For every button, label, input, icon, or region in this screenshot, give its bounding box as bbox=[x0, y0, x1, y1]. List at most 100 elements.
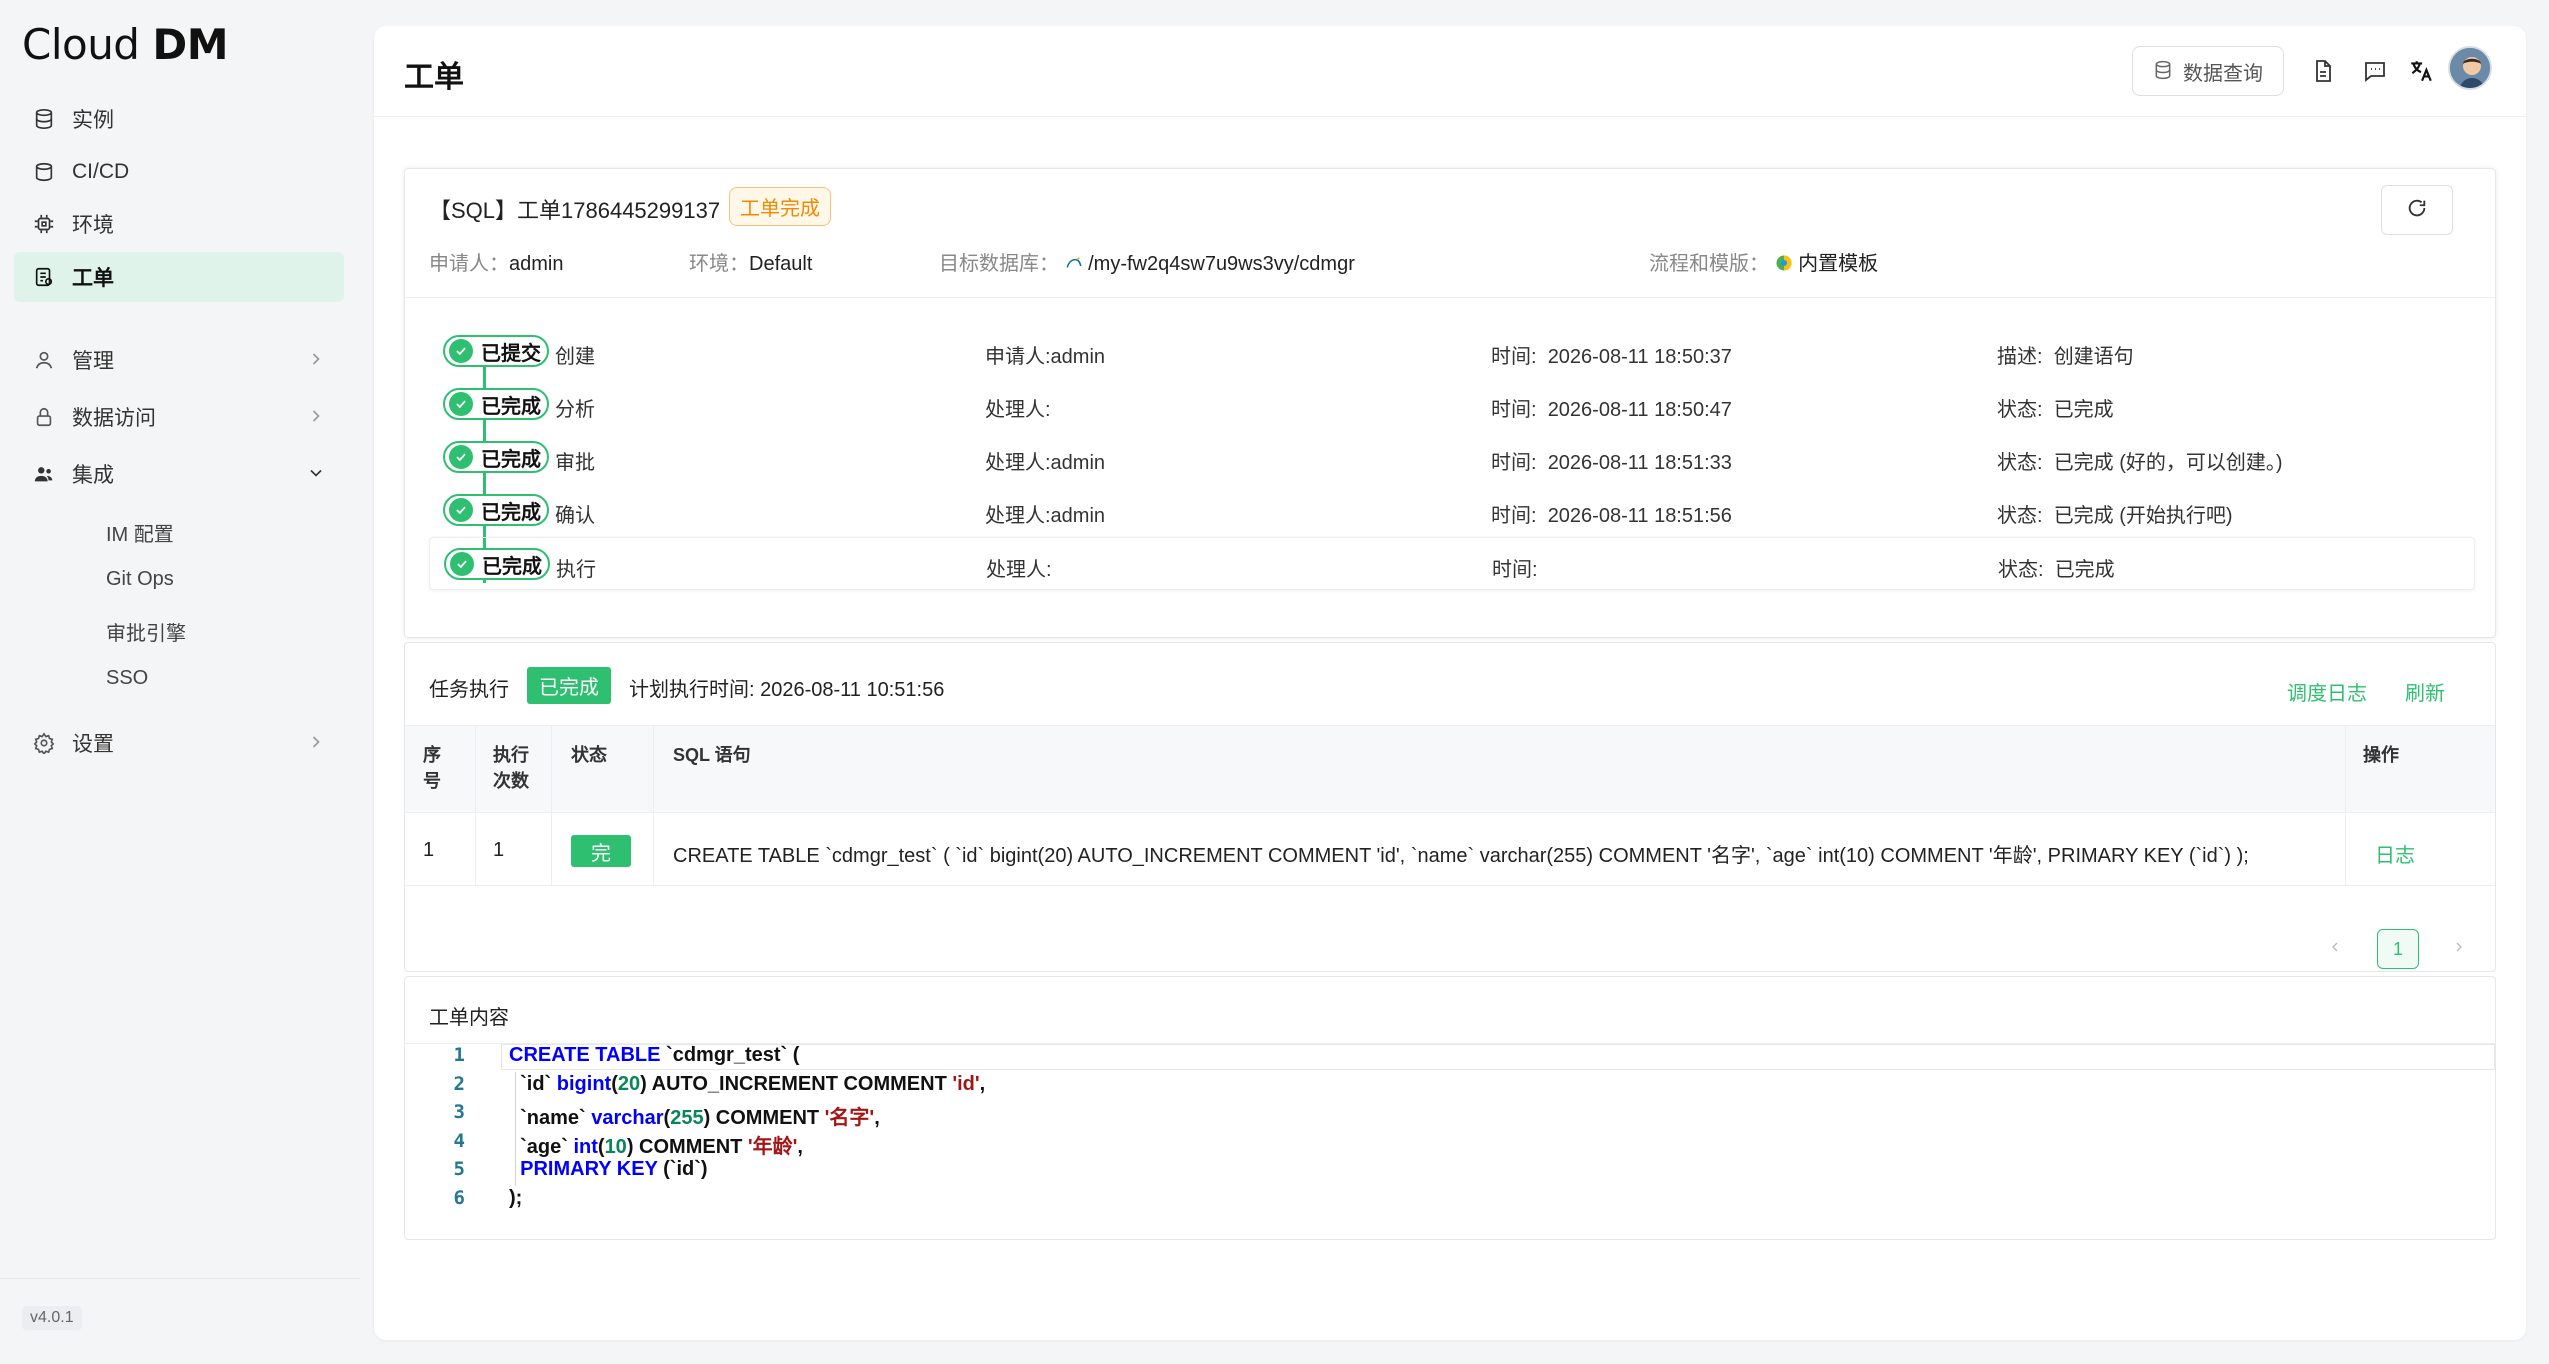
col-header-ops: 操作 bbox=[2363, 745, 2399, 765]
data-query-button[interactable]: 数据查询 bbox=[2132, 46, 2284, 96]
sidebar-item-instances[interactable]: 实例 bbox=[14, 94, 344, 144]
cell-status-tag: 完 bbox=[571, 835, 631, 867]
chevron-right-icon bbox=[2456, 942, 2462, 952]
timeline-step: 已提交 创建 申请人:admin 时间: 2026-08-11 18:50:37… bbox=[429, 325, 2475, 378]
code-line: CREATE TABLE `cdmgr_test` ( bbox=[509, 1044, 800, 1066]
gear-icon bbox=[32, 731, 56, 755]
line-number: 4 bbox=[453, 1130, 465, 1152]
task-title: 任务执行 bbox=[429, 679, 509, 701]
sidebar-item-label: 数据访问 bbox=[72, 407, 156, 430]
sidebar-item-manage[interactable]: 管理 bbox=[14, 335, 344, 385]
step-time: 时间: 2026-08-11 18:50:47 bbox=[1491, 399, 1732, 421]
ticket-applicant: 申请人：admin bbox=[429, 253, 564, 275]
chat-icon[interactable] bbox=[2360, 56, 2390, 86]
line-number: 3 bbox=[453, 1101, 465, 1123]
step-info: 状态: 已完成 (开始执行吧) bbox=[1997, 505, 2233, 527]
pager-page-1[interactable]: 1 bbox=[2377, 929, 2419, 969]
check-icon bbox=[450, 552, 474, 576]
step-status-badge: 已完成 bbox=[444, 548, 550, 580]
step-info: 状态: 已完成 (好的，可以创建。) bbox=[1997, 452, 2283, 474]
sidebar-item-integration[interactable]: 集成 bbox=[14, 449, 344, 499]
chevron-right-icon bbox=[306, 349, 326, 369]
column-divider bbox=[2345, 726, 2346, 886]
pager-prev-button[interactable] bbox=[2327, 937, 2343, 963]
sidebar-sub-sso[interactable]: SSO bbox=[106, 667, 148, 690]
sidebar-item-tickets[interactable]: 工单 bbox=[14, 252, 344, 302]
col-header-seq: 序号 bbox=[423, 745, 441, 791]
sidebar: Cloud DM 实例 CI/CD 环境 工单 管理 数据访问 集成 IM 配置… bbox=[0, 0, 360, 1364]
col-header-sql: SQL 语句 bbox=[673, 745, 751, 765]
timeline-step: 已完成 分析 处理人: 时间: 2026-08-11 18:50:47 状态: … bbox=[429, 378, 2475, 431]
sidebar-item-data-access[interactable]: 数据访问 bbox=[14, 392, 344, 442]
step-name: 确认 bbox=[555, 505, 595, 527]
chevron-right-icon bbox=[306, 732, 326, 752]
main-panel: 工单 数据查询 【SQL】工单1786445299137 工单完成 申请人：ad… bbox=[374, 26, 2526, 1340]
timeline-step: 已完成 确认 处理人:admin 时间: 2026-08-11 18:51:56… bbox=[429, 484, 2475, 537]
sidebar-item-label: CI/CD bbox=[72, 160, 130, 183]
cell-seq: 1 bbox=[423, 839, 435, 861]
step-status-badge: 已完成 bbox=[443, 388, 549, 420]
ticket-target-db: 目标数据库： /my-fw2q4sw7u9ws3vy/cdmgr bbox=[939, 253, 1355, 275]
sidebar-sub-gitops[interactable]: Git Ops bbox=[106, 568, 174, 591]
col-header-status: 状态 bbox=[571, 745, 607, 765]
translate-icon[interactable] bbox=[2406, 56, 2436, 86]
code-line: `age` int(10) COMMENT '年龄', bbox=[509, 1136, 803, 1158]
column-divider bbox=[475, 726, 476, 886]
database-icon bbox=[32, 107, 56, 131]
col-header-runs: 执行 次数 bbox=[493, 745, 529, 791]
task-refresh-link[interactable]: 刷新 bbox=[2405, 677, 2445, 706]
step-person: 处理人:admin bbox=[985, 452, 1106, 474]
row-divider bbox=[405, 885, 2495, 886]
version-badge: v4.0.1 bbox=[22, 1306, 82, 1330]
line-number: 1 bbox=[453, 1044, 465, 1066]
ticket-refresh-button[interactable] bbox=[2381, 185, 2453, 235]
check-icon bbox=[449, 445, 473, 469]
data-query-label: 数据查询 bbox=[2183, 62, 2263, 85]
code-line: `id` bigint(20) AUTO_INCREMENT COMMENT '… bbox=[509, 1073, 986, 1095]
ticket-title: 【SQL】工单1786445299137 bbox=[429, 198, 721, 223]
ticket-divider bbox=[405, 297, 2495, 298]
step-info: 描述: 创建语句 bbox=[1997, 346, 2134, 368]
step-info: 状态: 已完成 bbox=[1997, 399, 2114, 421]
document-icon[interactable] bbox=[2308, 56, 2338, 86]
user-icon bbox=[32, 348, 56, 372]
step-person: 处理人:admin bbox=[985, 505, 1106, 527]
sidebar-item-label: 管理 bbox=[72, 350, 114, 373]
column-divider bbox=[551, 726, 552, 886]
database-icon bbox=[2153, 60, 2175, 82]
step-status-badge: 已完成 bbox=[443, 494, 549, 526]
sidebar-sub-approval[interactable]: 审批引擎 bbox=[106, 617, 186, 646]
chevron-left-icon bbox=[2332, 942, 2338, 952]
schedule-log-link[interactable]: 调度日志 bbox=[2287, 677, 2367, 706]
pager-next-button[interactable] bbox=[2451, 937, 2467, 963]
sidebar-item-settings[interactable]: 设置 bbox=[14, 718, 344, 768]
app-logo: Cloud DM bbox=[22, 20, 229, 69]
line-number: 6 bbox=[453, 1187, 465, 1209]
code-editor[interactable]: 1 2 3 4 5 6 CREATE TABLE `cdmgr_test` ( … bbox=[405, 1043, 2495, 1239]
header-divider bbox=[374, 116, 2526, 117]
code-line: PRIMARY KEY (`id`) bbox=[520, 1158, 708, 1180]
current-line-highlight bbox=[501, 1044, 2495, 1070]
avatar[interactable] bbox=[2448, 46, 2492, 90]
check-icon bbox=[449, 498, 473, 522]
step-time: 时间: bbox=[1492, 559, 1538, 581]
timeline-step: 已完成 审批 处理人:admin 时间: 2026-08-11 18:51:33… bbox=[429, 431, 2475, 484]
stack-icon bbox=[32, 160, 56, 184]
table-header: 序号 执行 次数 状态 SQL 语句 操作 bbox=[405, 725, 2495, 886]
timeline-step: 已完成 执行 处理人: 时间: 状态: 已完成 bbox=[429, 537, 2475, 590]
sidebar-item-cicd[interactable]: CI/CD bbox=[14, 147, 344, 197]
content-title: 工单内容 bbox=[429, 1007, 509, 1029]
chevron-right-icon bbox=[306, 406, 326, 426]
code-line: `name` varchar(255) COMMENT '名字', bbox=[509, 1107, 880, 1129]
mysql-icon bbox=[1065, 254, 1083, 272]
task-card: 任务执行 已完成 计划执行时间: 2026-08-11 10:51:56 调度日… bbox=[404, 642, 2496, 972]
chip-icon bbox=[32, 212, 56, 236]
ticket-card: 【SQL】工单1786445299137 工单完成 申请人：admin 环境：D… bbox=[404, 168, 2496, 638]
step-person: 处理人: bbox=[985, 399, 1051, 421]
task-status-badge: 已完成 bbox=[527, 667, 611, 704]
chevron-down-icon bbox=[306, 463, 326, 483]
check-icon bbox=[449, 392, 473, 416]
row-log-link[interactable]: 日志 bbox=[2375, 839, 2415, 868]
sidebar-item-env[interactable]: 环境 bbox=[14, 199, 344, 249]
sidebar-sub-im[interactable]: IM 配置 bbox=[106, 518, 174, 547]
